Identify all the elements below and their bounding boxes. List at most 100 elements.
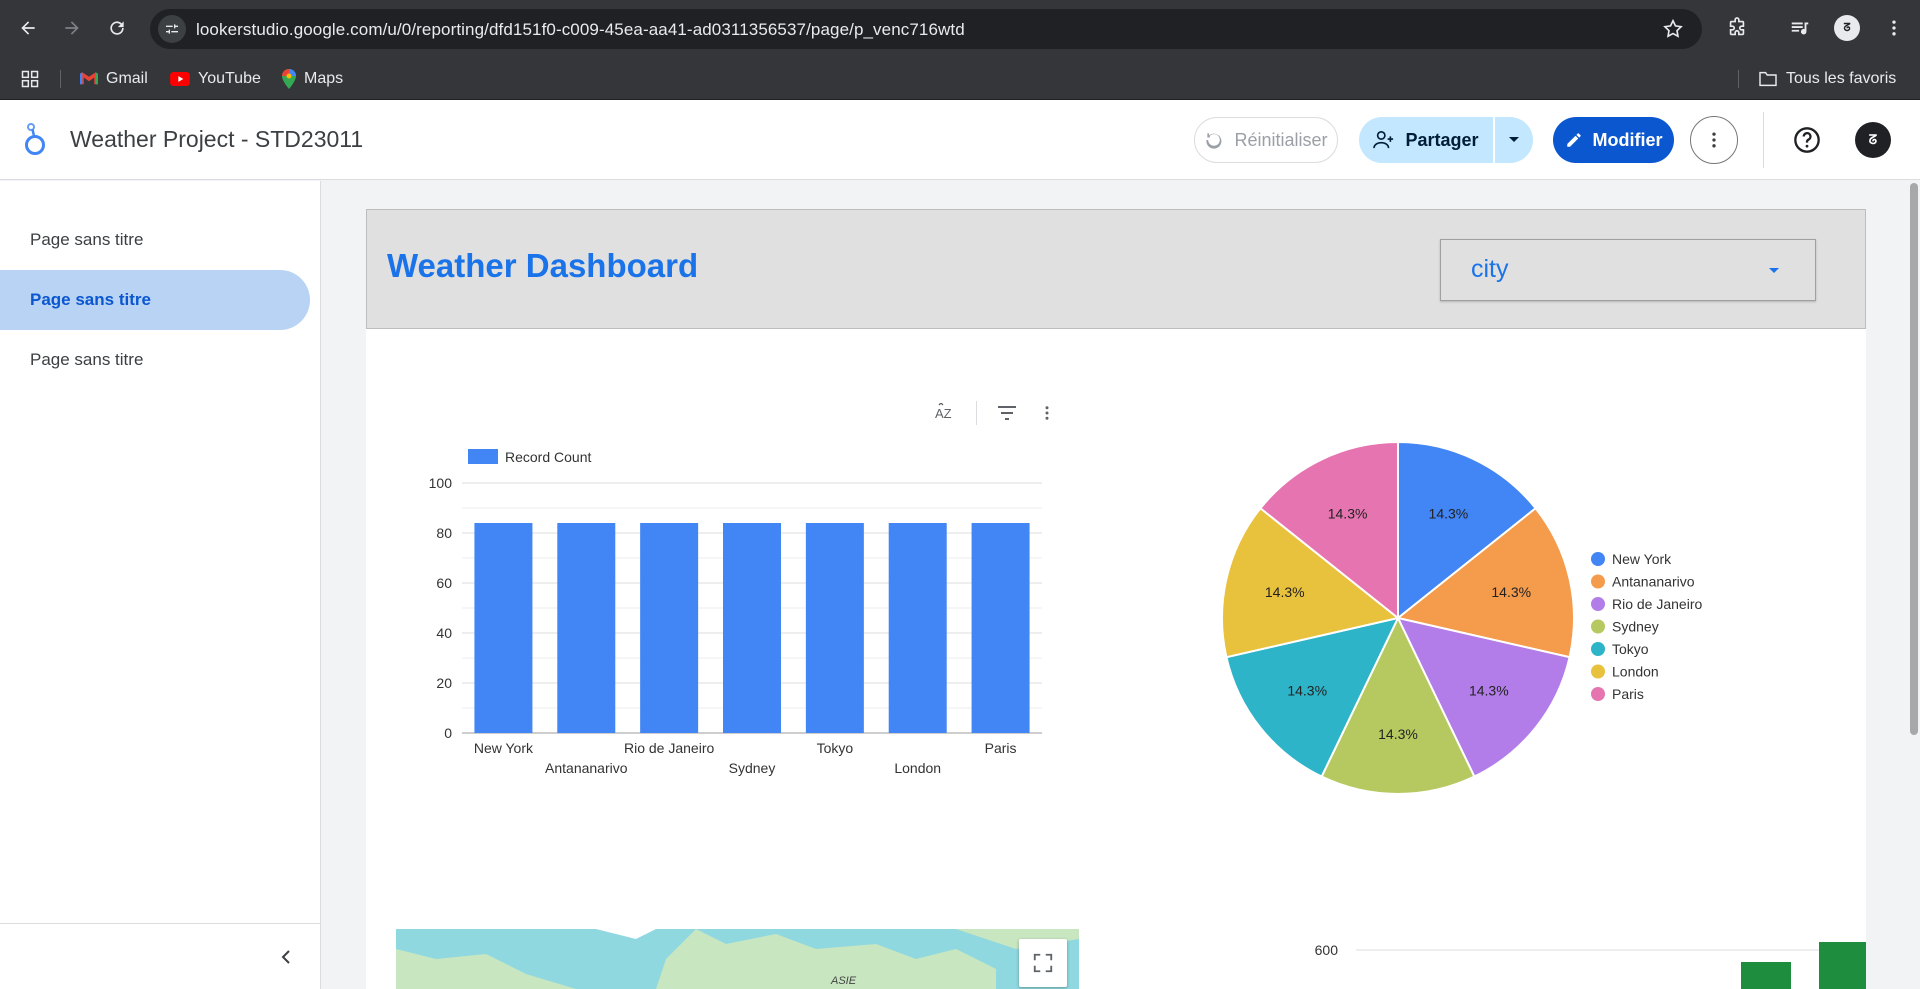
x-tick-label: Sydney [729,760,776,776]
map-fullscreen-button[interactable] [1019,939,1067,987]
legend-label: Sydney [1612,619,1659,635]
reload-button[interactable] [103,14,131,42]
site-info-button[interactable] [158,15,186,43]
pencil-icon [1566,133,1581,147]
share-dropdown-button[interactable] [1495,117,1533,163]
legend-label: Antananarivo [1612,574,1695,590]
looker-studio-logo-icon[interactable] [20,122,50,158]
x-tick-label: New York [474,740,534,756]
nav-page-1[interactable]: Page sans titre [0,210,310,270]
help-button[interactable] [1789,122,1825,158]
browser-menu-button[interactable] [1880,14,1908,42]
city-filter-label: city [1471,255,1509,283]
legend-dot [1591,664,1605,679]
pie-data-label: 14.3% [1429,505,1469,521]
person-add-icon [1373,131,1394,149]
sort-button[interactable]: AZ [931,398,961,428]
more-vert-icon [1892,20,1896,36]
chart-more-button[interactable] [1032,398,1062,428]
browser-toolbar: lookerstudio.google.com/u/0/reporting/df… [0,0,1920,57]
collapse-nav-button[interactable] [272,943,300,971]
report-canvas: Weather Dashboard city AZ Record Count 0 2… [366,209,1866,989]
share-button[interactable]: Partager [1359,117,1493,163]
reset-label: Réinitialiser [1234,129,1328,150]
bar-chart-toolbar: AZ [931,398,1062,428]
map-chart[interactable]: ASIE [396,929,1079,989]
bookmark-gmail[interactable]: Gmail [80,57,148,100]
forward-button[interactable] [58,14,86,42]
nav-page-3[interactable]: Page sans titre [0,330,310,390]
bar [971,523,1030,733]
reset-button[interactable]: Réinitialiser [1194,117,1338,163]
city-filter-control[interactable]: city [1440,239,1816,301]
edit-button[interactable]: Modifier [1553,117,1674,163]
y-tick-label: 60 [436,575,452,591]
share-label: Partager [1405,129,1479,150]
bar-chart[interactable]: Record Count 0 20 40 60 80 100 New York Antanana… [366,449,1086,779]
apps-button[interactable] [20,57,40,100]
y-tick-label: 20 [436,675,452,691]
bar [474,523,533,733]
legend-label: London [1612,664,1659,680]
x-tick-label: Rio de Janeiro [624,740,714,756]
svg-text:AZ: AZ [935,406,952,421]
bookmark-star-button[interactable] [1662,18,1684,45]
caret-down-icon [1509,137,1519,142]
legend-dot [1591,574,1605,589]
legend-label: New York [1612,551,1672,567]
x-tick-label: Tokyo [817,740,854,756]
bar [1741,962,1791,989]
y-tick-label: 600 [1315,942,1339,958]
chevron-left-icon [281,950,290,964]
page-scrollbar[interactable] [1908,181,1920,989]
filter-button[interactable] [992,398,1022,428]
bar [557,523,616,733]
bar [888,523,947,733]
folder-icon [1759,71,1777,86]
header-divider [1763,112,1764,168]
bookmark-label: YouTube [198,69,261,87]
legend-dot [1591,552,1605,566]
fullscreen-icon [1033,953,1053,973]
back-button[interactable] [14,14,42,42]
pie-data-label: 14.3% [1265,584,1305,600]
more-options-button[interactable] [1690,116,1738,164]
bar [1819,942,1866,989]
bookmark-maps[interactable]: Maps [282,57,343,100]
apps-grid-icon [21,70,39,87]
maps-icon [282,68,296,89]
legend-dot [1591,642,1605,656]
y-tick-label: 40 [436,625,452,641]
pie-data-label: 14.3% [1469,682,1509,698]
x-tick-label: Antananarivo [545,760,628,776]
pie-data-label: 14.3% [1378,726,1418,742]
bottom-bar-chart[interactable]: 600 [1126,929,1866,989]
undo-icon [1206,133,1222,149]
media-controls-button[interactable] [1786,14,1814,42]
scrollbar-thumb[interactable] [1910,183,1918,735]
page-navigation: Page sans titre Page sans titre Page san… [0,181,321,989]
pie-chart[interactable]: 14.3% 14.3% 14.3% 14.3% 14.3% 14.3% 14.3% New Y… [1166,409,1866,829]
bookmark-separator [1738,70,1739,88]
address-bar[interactable]: lookerstudio.google.com/u/0/reporting/df… [150,9,1702,49]
report-title[interactable]: Weather Project - STD23011 [70,126,363,153]
extensions-button[interactable] [1723,14,1751,42]
legend-dot [1591,687,1605,701]
sort-az-icon: AZ [935,403,952,421]
y-tick-label: 0 [444,725,452,741]
all-bookmarks-button[interactable]: Tous les favoris [1758,57,1896,100]
nav-page-2[interactable]: Page sans titre [0,270,310,330]
reload-icon [110,21,124,35]
bookmark-youtube[interactable]: YouTube [170,57,261,100]
pie-data-label: 14.3% [1287,682,1327,698]
legend-label: Record Count [505,449,591,465]
bar [805,523,864,733]
bookmarks-bar: Gmail YouTube Maps Tous les favoris [0,57,1920,100]
user-avatar[interactable]: ᘔ [1855,122,1891,158]
arrow-left-icon [21,21,35,35]
legend-label: Tokyo [1612,641,1649,657]
toolbar-divider [976,401,977,425]
edit-label: Modifier [1592,129,1663,150]
arrow-right-icon [65,21,79,35]
browser-profile-avatar[interactable]: ᘔ [1834,15,1860,41]
